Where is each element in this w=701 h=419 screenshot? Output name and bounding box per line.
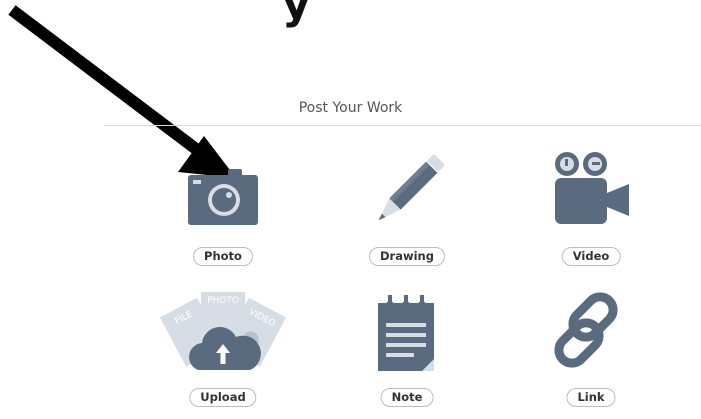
option-video[interactable]: Video — [501, 150, 681, 266]
upload-cloud-icon: FILE VIDEO PHOTO — [159, 292, 287, 370]
photo-button[interactable]: Photo — [193, 247, 253, 266]
note-button[interactable]: Note — [380, 388, 434, 407]
option-note[interactable]: Note — [317, 290, 497, 407]
section-divider — [104, 125, 701, 126]
upload-card-photo: PHOTO — [207, 296, 239, 306]
section-title: Post Your Work — [298, 100, 403, 116]
option-upload[interactable]: FILE VIDEO PHOTO Upload — [133, 290, 313, 407]
option-link[interactable]: Link — [501, 290, 681, 407]
option-drawing[interactable]: Drawing — [317, 150, 497, 266]
video-camera-icon — [555, 152, 629, 224]
notepad-icon — [378, 295, 434, 371]
drawing-button[interactable]: Drawing — [369, 247, 445, 266]
option-photo[interactable]: Photo — [133, 150, 313, 266]
upload-button[interactable]: Upload — [189, 388, 257, 407]
link-button[interactable]: Link — [566, 388, 616, 407]
camera-icon — [188, 169, 258, 225]
link-chain-icon — [554, 292, 618, 368]
video-button[interactable]: Video — [561, 247, 621, 266]
pencil-icon — [378, 154, 445, 221]
